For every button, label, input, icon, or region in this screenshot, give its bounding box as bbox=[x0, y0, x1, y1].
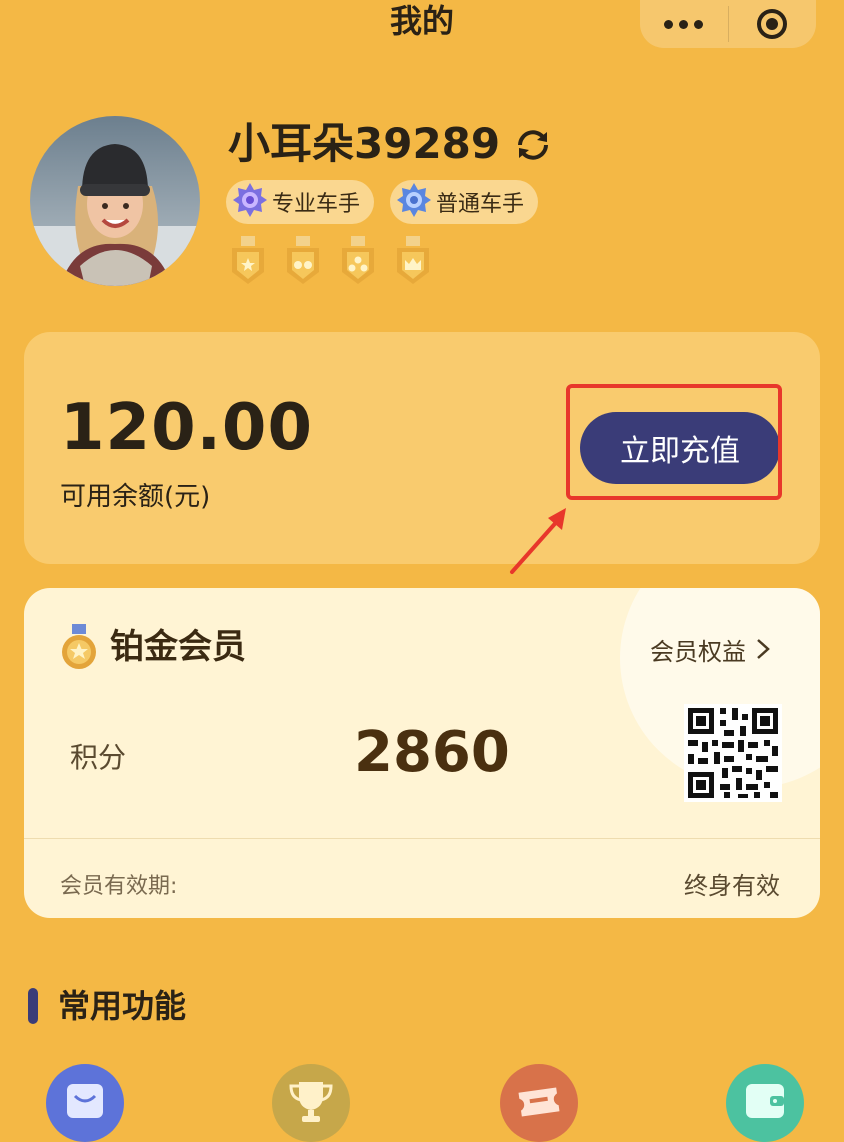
blue-star-badge-icon bbox=[396, 182, 432, 222]
refresh-icon[interactable] bbox=[512, 124, 554, 166]
medal-1-star-icon bbox=[228, 236, 268, 286]
avatar[interactable] bbox=[30, 116, 200, 286]
annotation-highlight-box bbox=[566, 384, 782, 500]
section-title: 常用功能 bbox=[58, 987, 187, 1025]
purple-star-badge-icon bbox=[232, 182, 268, 222]
mini-program-capsule bbox=[640, 0, 816, 48]
medal-crown-icon bbox=[393, 236, 433, 286]
close-button[interactable] bbox=[729, 0, 817, 48]
ticket-icon[interactable] bbox=[500, 1064, 578, 1142]
annotation-arrow-icon bbox=[504, 498, 580, 578]
points-label: 积分 bbox=[70, 741, 127, 774]
chevron-right-icon bbox=[756, 638, 770, 666]
shopping-bag-icon[interactable] bbox=[46, 1064, 124, 1142]
more-button[interactable] bbox=[640, 0, 728, 48]
target-icon bbox=[757, 9, 788, 39]
benefits-label: 会员权益 bbox=[650, 638, 746, 666]
username: 小耳朵39289 bbox=[228, 119, 501, 168]
balance-label: 可用余额(元) bbox=[60, 482, 211, 512]
trophy-icon[interactable] bbox=[272, 1064, 350, 1142]
qr-code-icon[interactable] bbox=[684, 704, 782, 802]
balance-amount: 120.00 bbox=[60, 391, 313, 465]
divider bbox=[24, 838, 820, 839]
member-level-title: 铂金会员 bbox=[110, 627, 246, 667]
badge-label: 专业车手 bbox=[272, 192, 361, 217]
medal-3-star-icon bbox=[338, 236, 378, 286]
more-dots-icon bbox=[664, 19, 704, 29]
gold-medal-icon bbox=[60, 624, 98, 672]
validity-label: 会员有效期: bbox=[60, 874, 178, 899]
badge-professional-driver: 专业车手 bbox=[226, 180, 374, 224]
medal-2-star-icon bbox=[283, 236, 323, 286]
section-accent-bar bbox=[28, 988, 38, 1024]
member-benefits-link[interactable]: 会员权益 bbox=[650, 632, 770, 667]
badge-normal-driver: 普通车手 bbox=[390, 180, 538, 224]
badge-label: 普通车手 bbox=[436, 192, 525, 217]
validity-value: 终身有效 bbox=[684, 872, 780, 900]
points-value: 2860 bbox=[354, 720, 510, 785]
wallet-icon[interactable] bbox=[726, 1064, 804, 1142]
